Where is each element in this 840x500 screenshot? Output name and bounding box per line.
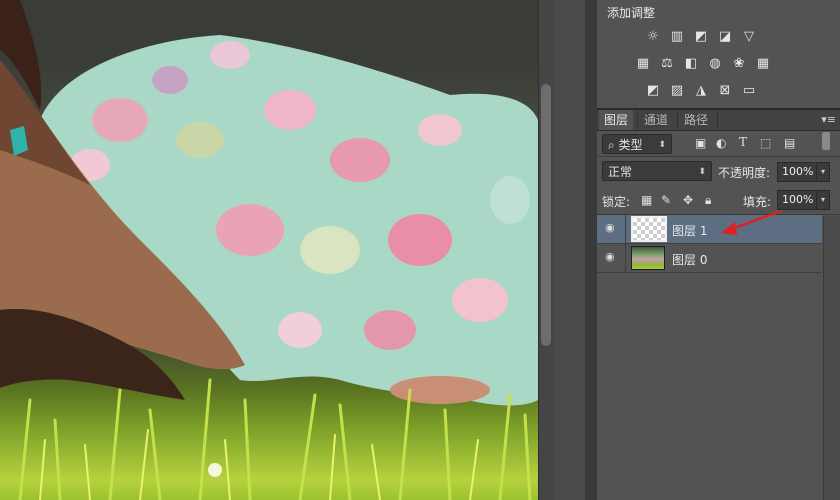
layer-row-1[interactable]: ◉ 图层 1: [597, 215, 822, 244]
search-icon: ⌕: [608, 138, 619, 152]
adjustments-title: 添加调整: [607, 6, 656, 20]
opacity-input[interactable]: 100%: [777, 162, 817, 182]
panel-collapse-strip: [585, 0, 597, 500]
adjustment-filter-icon[interactable]: ◐: [716, 137, 726, 149]
document-canvas[interactable]: [0, 0, 538, 500]
lock-all-icon[interactable]: 🔒︎: [705, 194, 711, 206]
shape-filter-icon[interactable]: ⬚: [760, 137, 771, 149]
lock-label: 锁定:: [602, 195, 631, 209]
panel-menu-icon[interactable]: ▾≡: [821, 113, 836, 126]
threshold-icon[interactable]: ◮: [692, 82, 710, 98]
panel-tabs: 图层 通道 路径 ▾≡: [597, 110, 840, 131]
filter-toggle-switch[interactable]: [822, 132, 830, 150]
chevron-down-icon: ⬍: [698, 167, 706, 177]
channel-mixer-icon[interactable]: ❀: [730, 55, 748, 71]
tab-paths[interactable]: 路径: [679, 110, 713, 130]
color-balance-icon[interactable]: ⚖: [658, 55, 676, 71]
lock-image-icon[interactable]: ✎: [661, 194, 671, 206]
opacity-label: 不透明度:: [718, 166, 771, 180]
layer-filter-dropdown[interactable]: ⌕ 类型 ⬍: [602, 134, 672, 154]
black-white-icon[interactable]: ◧: [682, 55, 700, 71]
adjustments-row-3: ◩ ▨ ◮ ⊠ ▭: [644, 82, 758, 98]
eye-icon[interactable]: ◉: [605, 251, 619, 262]
layer-row-0[interactable]: ◉ 图层 0: [597, 244, 822, 273]
lock-position-icon[interactable]: ✥: [683, 194, 693, 206]
eye-icon[interactable]: ◉: [605, 222, 619, 233]
blend-mode-dropdown[interactable]: 正常 ⬍: [602, 161, 712, 181]
tab-channels[interactable]: 通道: [639, 110, 673, 130]
chevron-down-icon: ⬍: [658, 140, 666, 150]
photo-filter-icon[interactable]: ◍: [706, 55, 724, 71]
image-filter-icon[interactable]: ▣: [695, 137, 706, 149]
fill-slider-toggle[interactable]: ▾: [816, 190, 830, 210]
type-filter-icon[interactable]: T: [739, 136, 747, 148]
layers-panel: 图层 通道 路径 ▾≡ ⌕ 类型 ⬍ ▣ ◐ T ⬚ ▤ 正常 ⬍ 不透明度: …: [597, 110, 840, 500]
selective-color-icon[interactable]: ⊠: [716, 82, 734, 98]
adjustments-row-2: ▦ ⚖ ◧ ◍ ❀ ▦: [634, 55, 772, 71]
filter-label: 类型: [618, 138, 643, 152]
vibrance-icon[interactable]: ▽: [740, 28, 758, 44]
opacity-slider-toggle[interactable]: ▾: [816, 162, 830, 182]
layer-name[interactable]: 图层 0: [672, 251, 707, 268]
annotation-arrow-icon: [721, 209, 782, 235]
adjustments-panel: 添加调整 ☼ ▥ ◩ ◪ ▽ ▦ ⚖ ◧ ◍ ❀ ▦ ◩ ▨ ◮ ⊠ ▭: [597, 0, 840, 110]
layer-thumbnail: [631, 246, 665, 270]
canvas-scroll-thumb[interactable]: [541, 84, 551, 346]
layer-thumbnail: [631, 216, 667, 242]
photo-image: [0, 0, 538, 500]
exposure-icon[interactable]: ◪: [716, 28, 734, 44]
gradient-map-icon[interactable]: ▭: [740, 82, 758, 98]
curves-icon[interactable]: ◩: [692, 28, 710, 44]
invert-icon[interactable]: ◩: [644, 82, 662, 98]
blend-mode-value: 正常: [608, 165, 633, 179]
tab-layers[interactable]: 图层: [599, 110, 634, 130]
hue-saturation-icon[interactable]: ▦: [634, 55, 652, 71]
lock-transparent-icon[interactable]: ▦: [641, 194, 652, 206]
levels-icon[interactable]: ▥: [668, 28, 686, 44]
posterize-icon[interactable]: ▨: [668, 82, 686, 98]
brightness-icon[interactable]: ☼: [644, 28, 662, 44]
layer-name[interactable]: 图层 1: [672, 222, 707, 239]
color-lookup-icon[interactable]: ▦: [754, 55, 772, 71]
layers-scrollbar[interactable]: [823, 216, 840, 500]
adjustments-row-1: ☼ ▥ ◩ ◪ ▽: [644, 28, 758, 44]
smart-object-filter-icon[interactable]: ▤: [784, 137, 795, 149]
